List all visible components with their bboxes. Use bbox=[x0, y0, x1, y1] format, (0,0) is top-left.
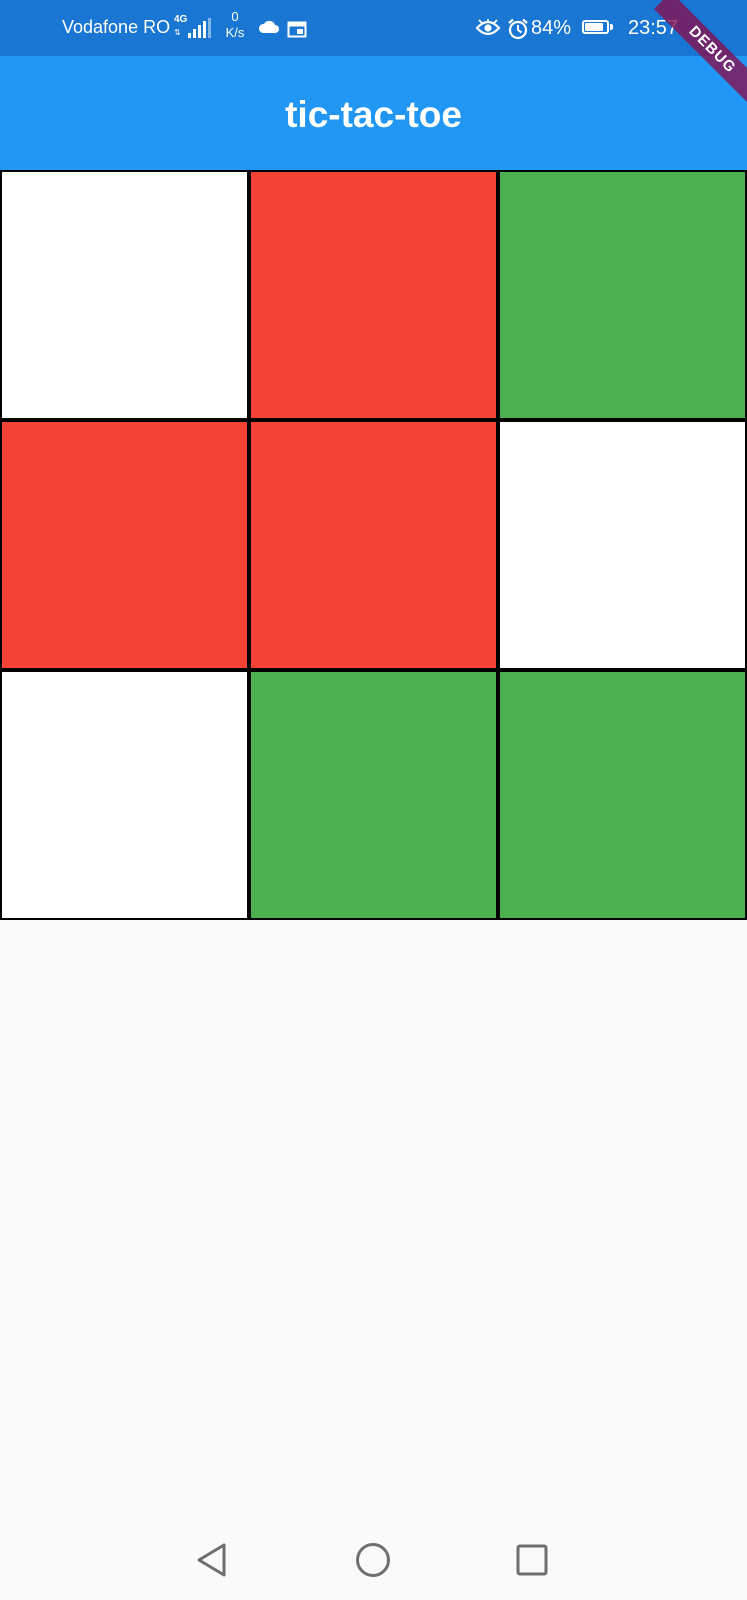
battery-fill bbox=[585, 23, 603, 31]
board-cell-1[interactable] bbox=[0, 170, 249, 420]
board-cell-4[interactable] bbox=[0, 420, 249, 670]
back-icon[interactable] bbox=[193, 1540, 233, 1580]
board-cell-5[interactable] bbox=[249, 420, 498, 670]
recent-apps-icon[interactable] bbox=[512, 1540, 552, 1580]
page-title: tic-tac-toe bbox=[285, 94, 462, 135]
battery-icon bbox=[582, 20, 614, 36]
network-type: 4G bbox=[174, 14, 188, 25]
alarm-icon bbox=[508, 18, 528, 40]
board-cell-7[interactable] bbox=[0, 670, 249, 920]
signal-bars-icon bbox=[188, 18, 211, 38]
board-cell-9[interactable] bbox=[498, 670, 747, 920]
status-bar: Vodafone RO 4G ⇅ 0 K/s 84% 23:57 bbox=[0, 0, 747, 56]
cloud-icon bbox=[258, 20, 279, 33]
board-cell-8[interactable] bbox=[249, 670, 498, 920]
data-arrows-icon: ⇅ bbox=[174, 28, 181, 37]
board-cell-2[interactable] bbox=[249, 170, 498, 420]
signal-icon: 4G ⇅ bbox=[174, 14, 211, 40]
calendar-icon bbox=[287, 21, 307, 38]
game-board bbox=[0, 170, 747, 920]
app-bar: tic-tac-toe bbox=[0, 56, 747, 170]
network-speed: 0 K/s bbox=[221, 9, 249, 41]
navigation-bar bbox=[0, 1520, 747, 1600]
network-speed-value: 0 bbox=[231, 9, 239, 24]
network-speed-unit: K/s bbox=[225, 25, 245, 40]
board-cell-3[interactable] bbox=[498, 170, 747, 420]
carrier-name: Vodafone RO bbox=[62, 17, 171, 37]
home-icon[interactable] bbox=[353, 1540, 393, 1580]
board-cell-6[interactable] bbox=[498, 420, 747, 670]
battery-percent: 84% bbox=[531, 17, 572, 39]
eye-icon bbox=[475, 19, 501, 36]
